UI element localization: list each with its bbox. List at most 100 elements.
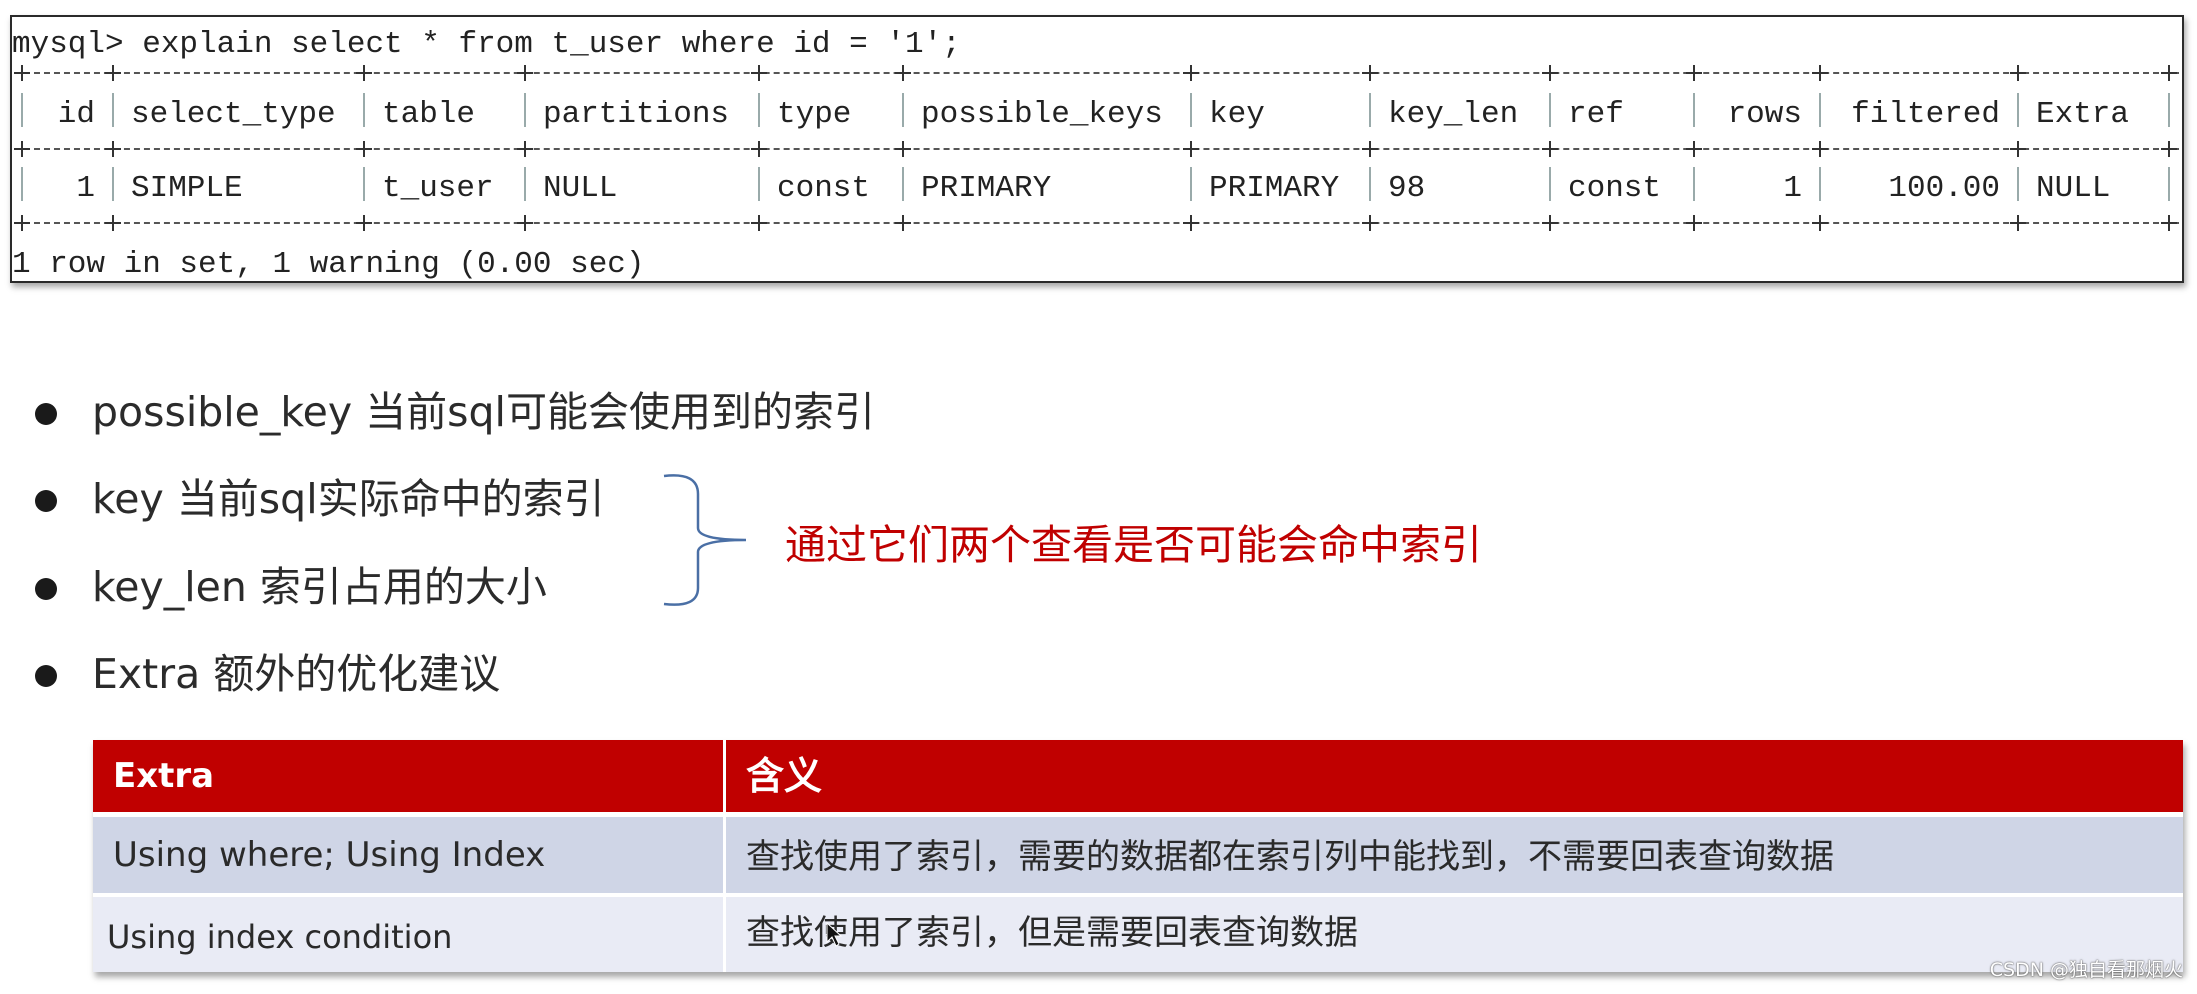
grid-corner bbox=[105, 65, 121, 81]
result-cell: 100.00 bbox=[1888, 171, 2000, 206]
column-header: id bbox=[57, 97, 95, 132]
result-footer: 1 row in set, 1 warning (0.00 sec) bbox=[12, 247, 645, 282]
grid-separator bbox=[2017, 167, 2019, 201]
column-header: type bbox=[777, 97, 852, 132]
result-cell: PRIMARY bbox=[921, 171, 1052, 206]
bullet-icon bbox=[35, 665, 57, 687]
grid-corner bbox=[1362, 65, 1378, 81]
result-cell: const bbox=[1568, 171, 1662, 206]
grid-separator bbox=[112, 93, 114, 127]
column-header: key bbox=[1209, 97, 1265, 132]
table-header-extra: Extra bbox=[93, 740, 723, 812]
grid-corner bbox=[14, 65, 30, 81]
table-border-mid bbox=[24, 148, 2179, 150]
grid-corner bbox=[751, 141, 767, 157]
annotation-text: 通过它们两个查看是否可能会命中索引 bbox=[785, 521, 1482, 569]
result-cell: 98 bbox=[1388, 171, 1426, 206]
column-header: select_type bbox=[131, 97, 336, 132]
extra-cell: Using index condition bbox=[107, 918, 453, 956]
bullet-extra: Extra 额外的优化建议 bbox=[92, 650, 501, 698]
table-row: Using index condition bbox=[93, 897, 723, 972]
result-cell: SIMPLE bbox=[131, 171, 243, 206]
column-header: filtered bbox=[1851, 97, 2000, 132]
grid-corner bbox=[517, 215, 533, 231]
table-border-bottom bbox=[24, 222, 2179, 224]
grid-separator bbox=[363, 167, 365, 201]
table-row: Using where; Using Index bbox=[93, 817, 723, 893]
watermark: CSDN @独自看那烟火 bbox=[1989, 959, 2183, 981]
grid-corner bbox=[2010, 141, 2026, 157]
result-cell: 1 bbox=[76, 171, 95, 206]
table-border-top bbox=[24, 72, 2179, 74]
grid-separator bbox=[363, 93, 365, 127]
grid-corner bbox=[895, 215, 911, 231]
grid-separator bbox=[902, 93, 904, 127]
grid-corner bbox=[1183, 141, 1199, 157]
grid-corner bbox=[1812, 215, 1828, 231]
grid-separator bbox=[524, 167, 526, 201]
column-header: table bbox=[382, 97, 476, 132]
grid-separator bbox=[1369, 167, 1371, 201]
grid-separator bbox=[758, 167, 760, 201]
column-header: Extra bbox=[2036, 97, 2130, 132]
mouse-cursor-icon bbox=[826, 922, 842, 947]
grid-corner bbox=[1542, 215, 1558, 231]
grid-corner bbox=[517, 65, 533, 81]
result-cell: t_user bbox=[382, 171, 494, 206]
grid-corner bbox=[1812, 141, 1828, 157]
meaning-cell: 查找使用了索引，但是需要回表查询数据 bbox=[746, 913, 1358, 953]
curly-brace-icon bbox=[663, 474, 747, 606]
bullet-possible-key: possible_key 当前sql可能会使用到的索引 bbox=[92, 388, 875, 436]
grid-corner bbox=[1362, 141, 1378, 157]
grid-corner bbox=[105, 141, 121, 157]
extra-cell: Using where; Using Index bbox=[113, 835, 546, 875]
result-cell: 1 bbox=[1783, 171, 1802, 206]
result-cell: const bbox=[777, 171, 871, 206]
column-header: partitions bbox=[543, 97, 730, 132]
grid-separator bbox=[1549, 93, 1551, 127]
grid-separator bbox=[902, 167, 904, 201]
extra-meaning-table: Extra 含义 Using where; Using Index 查找使用了索… bbox=[93, 740, 2183, 972]
bullet-icon bbox=[35, 578, 57, 600]
grid-corner bbox=[1183, 215, 1199, 231]
grid-corner bbox=[356, 141, 372, 157]
grid-corner bbox=[1362, 215, 1378, 231]
grid-corner bbox=[105, 215, 121, 231]
result-cell: NULL bbox=[2036, 171, 2111, 206]
grid-corner bbox=[2010, 215, 2026, 231]
grid-separator bbox=[2017, 93, 2019, 127]
bullet-icon bbox=[35, 403, 57, 425]
mysql-terminal: mysql> explain select * from t_user wher… bbox=[10, 15, 2184, 283]
grid-separator bbox=[112, 167, 114, 201]
grid-corner bbox=[751, 215, 767, 231]
result-cell: NULL bbox=[543, 171, 618, 206]
grid-corner bbox=[1183, 65, 1199, 81]
result-cell: PRIMARY bbox=[1209, 171, 1340, 206]
grid-separator bbox=[524, 93, 526, 127]
grid-separator bbox=[1369, 93, 1371, 127]
grid-corner bbox=[1686, 141, 1702, 157]
table-row: 查找使用了索引，需要的数据都在索引列中能找到，不需要回表查询数据 bbox=[726, 817, 2183, 893]
grid-separator bbox=[1190, 167, 1192, 201]
grid-corner bbox=[517, 141, 533, 157]
grid-corner bbox=[751, 65, 767, 81]
grid-separator bbox=[1190, 93, 1192, 127]
grid-corner bbox=[1686, 65, 1702, 81]
grid-corner bbox=[1686, 215, 1702, 231]
sql-command: mysql> explain select * from t_user wher… bbox=[12, 27, 961, 62]
grid-separator bbox=[2168, 167, 2170, 201]
grid-corner bbox=[2161, 215, 2177, 231]
grid-separator bbox=[758, 93, 760, 127]
grid-separator bbox=[1549, 167, 1551, 201]
column-header: possible_keys bbox=[921, 97, 1163, 132]
bullet-key-len: key_len 索引占用的大小 bbox=[92, 563, 547, 611]
column-header: rows bbox=[1727, 97, 1802, 132]
grid-corner bbox=[2161, 141, 2177, 157]
grid-corner bbox=[895, 141, 911, 157]
grid-corner bbox=[356, 65, 372, 81]
bullet-icon bbox=[35, 490, 57, 512]
column-header: key_len bbox=[1388, 97, 1519, 132]
bullet-key: key 当前sql实际命中的索引 bbox=[92, 475, 605, 523]
grid-corner bbox=[1812, 65, 1828, 81]
grid-corner bbox=[356, 215, 372, 231]
